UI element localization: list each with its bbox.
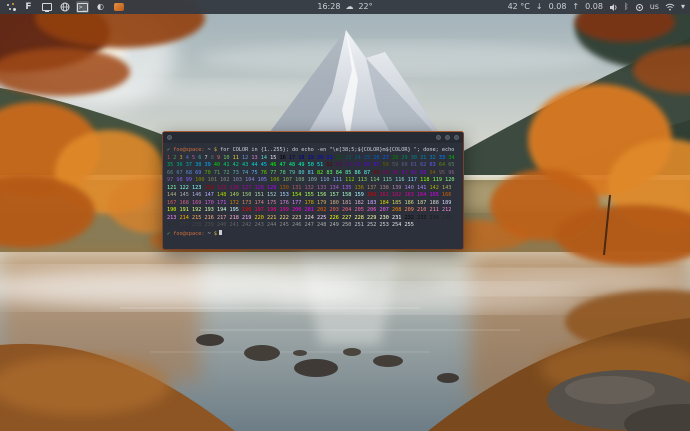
close-button[interactable]	[454, 135, 459, 140]
clock-label: 16:28	[317, 0, 340, 14]
files-glyph: F	[25, 0, 31, 14]
theme-toggle-icon[interactable]: ◐	[94, 1, 107, 13]
command-line: ✓ foo@space: ~ $ for COLOR in {1..255}; …	[167, 147, 459, 155]
terminal-cursor	[219, 230, 222, 235]
net-down-arrow-icon: ↓	[536, 0, 543, 14]
net-up-rate[interactable]: 0.08	[585, 0, 603, 14]
top-panel: F >_ ◐ 16:28 ☁	[0, 0, 690, 14]
desktop: F >_ ◐ 16:28 ☁	[0, 0, 690, 431]
half-moon-glyph: ◐	[97, 0, 104, 14]
bluetooth-icon[interactable]: ᛒ	[624, 0, 629, 14]
weather-temp-label: 22°	[358, 0, 372, 14]
terminal-app-icon[interactable]: >_	[76, 1, 89, 13]
cpu-temp-label[interactable]: 42 °C	[508, 0, 530, 14]
window-controls	[436, 135, 459, 140]
files-app-icon[interactable]: F	[22, 1, 35, 13]
prompt-user-host: foo@space:	[173, 147, 204, 153]
weather-cloud-icon: ☁	[345, 0, 353, 14]
minimize-button[interactable]	[436, 135, 441, 140]
settings-gear-icon[interactable]	[635, 3, 644, 12]
volume-icon[interactable]	[609, 3, 618, 12]
command-text: for COLOR in {1..255}; do echo -en "\e[3…	[220, 147, 454, 153]
taskbar-launchers: F >_ ◐	[0, 1, 125, 13]
terminal-body[interactable]: ✓ foo@space: ~ $ for COLOR in {1..255}; …	[163, 143, 463, 238]
orange-tile-glyph	[114, 3, 124, 11]
display-settings-icon[interactable]	[40, 1, 53, 13]
net-up-arrow-icon: ↑	[572, 0, 579, 14]
window-menu-button[interactable]	[167, 135, 172, 140]
tray-caret-icon[interactable]: ▾	[681, 0, 685, 14]
monitor-glyph	[42, 3, 52, 11]
globe-glyph	[60, 2, 70, 12]
prompt-user-host: foo@space:	[173, 231, 204, 237]
browser-globe-icon[interactable]	[58, 1, 71, 13]
maximize-button[interactable]	[445, 135, 450, 140]
wifi-icon[interactable]	[665, 3, 675, 11]
terminal-titlebar[interactable]	[163, 132, 463, 143]
terminal-window[interactable]: ✓ foo@space: ~ $ for COLOR in {1..255}; …	[162, 131, 464, 250]
keyboard-layout-label[interactable]: us	[650, 0, 659, 14]
clock-weather[interactable]: 16:28 ☁ 22°	[317, 0, 372, 14]
status-tray: 42 °C ↓ 0.08 ↑ 0.08 ᛒ us ▾	[508, 0, 690, 14]
wallpaper-app-icon[interactable]	[112, 1, 125, 13]
current-prompt-line: ✓ foo@space: ~ $	[167, 230, 459, 239]
terminal-glyph: >_	[77, 3, 88, 12]
launcher-icon[interactable]	[4, 1, 17, 13]
prompt-symbol: $	[214, 231, 217, 237]
dots-glyph	[6, 2, 16, 12]
color-test-output: 1 2 3 4 5 6 7 8 9 10 11 12 13 14 15 16 1…	[167, 155, 459, 230]
net-down-rate[interactable]: 0.08	[549, 0, 567, 14]
